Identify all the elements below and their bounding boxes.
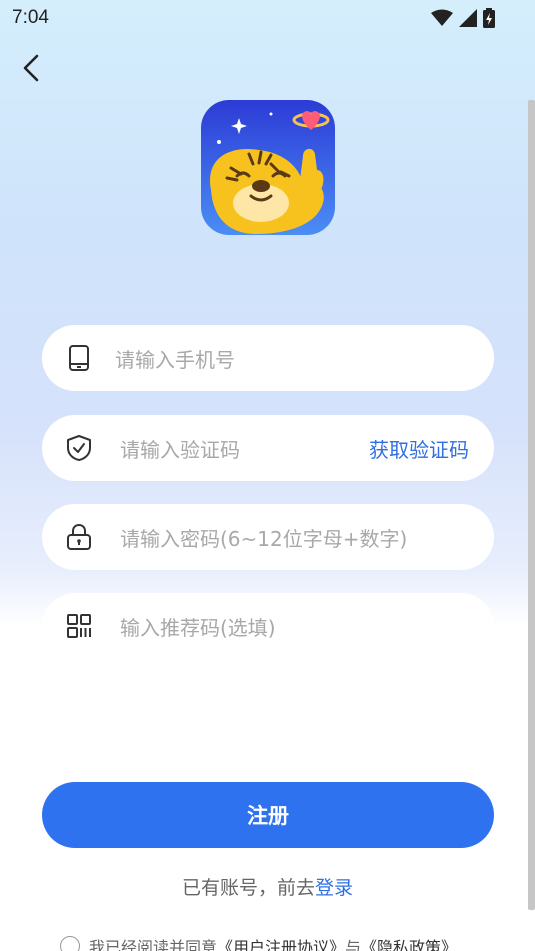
phone-input[interactable]: 请输入手机号 — [115, 344, 235, 373]
agreement-row: 我已经阅读并同意 《用户注册协议》 与 《隐私政策》 — [60, 934, 457, 951]
wifi-icon — [431, 9, 453, 26]
login-link[interactable]: 登录 — [315, 877, 353, 899]
register-button[interactable]: 注册 — [42, 782, 494, 848]
referral-code-field[interactable]: 输入推荐码(选填) — [42, 593, 494, 659]
scrollbar[interactable] — [528, 100, 535, 910]
password-input[interactable]: 请输入密码(6~12位字母+数字) — [120, 523, 407, 552]
shield-check-icon — [66, 434, 92, 462]
referral-code-input[interactable]: 输入推荐码(选填) — [120, 612, 276, 641]
back-arrow-icon[interactable] — [16, 52, 48, 84]
agreement-checkbox[interactable] — [60, 936, 80, 951]
battery-icon — [483, 8, 495, 28]
verification-code-input[interactable]: 请输入验证码 — [120, 434, 240, 463]
qr-code-icon — [66, 612, 92, 640]
verification-code-field[interactable]: 请输入验证码 获取验证码 — [42, 415, 494, 481]
password-field[interactable]: 请输入密码(6~12位字母+数字) — [42, 504, 494, 570]
signal-icon — [459, 9, 477, 27]
privacy-policy-link[interactable]: 《隐私政策》 — [361, 934, 457, 951]
lock-icon — [66, 523, 92, 551]
app-logo — [201, 100, 335, 235]
login-row: 已有账号，前去登录 — [0, 873, 535, 900]
phone-field[interactable]: 请输入手机号 — [42, 325, 494, 391]
login-prompt: 已有账号，前去 — [181, 877, 315, 899]
agreement-prefix: 我已经阅读并同意 — [89, 938, 218, 951]
status-bar: 7:04 — [0, 0, 535, 36]
user-agreement-link[interactable]: 《用户注册协议》 — [217, 934, 345, 951]
status-icons — [431, 8, 495, 28]
status-time: 7:04 — [12, 7, 49, 28]
agreement-conjunction: 与 — [345, 938, 362, 951]
get-code-button[interactable]: 获取验证码 — [369, 434, 469, 463]
phone-icon — [66, 344, 92, 372]
